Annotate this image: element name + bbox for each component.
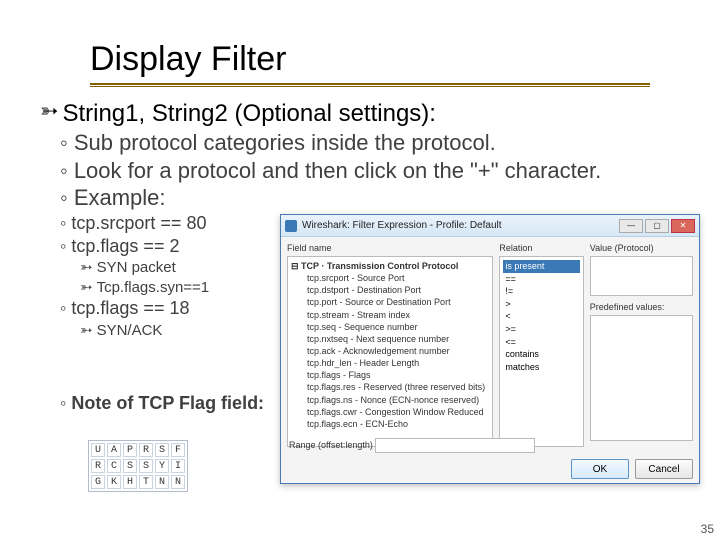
field-row[interactable]: tcp.flags.ns - Nonce (ECN-nonce reserved…	[291, 394, 489, 406]
field-name-list[interactable]: ⊟ TCP · Transmission Control Protocol tc…	[287, 256, 493, 447]
example-text: tcp.flags == 2	[71, 236, 179, 256]
sub-text: Look for a protocol and then click on th…	[74, 158, 601, 183]
field-row[interactable]: tcp.flags.cwr - Congestion Window Reduce…	[291, 406, 489, 418]
wireshark-icon	[285, 220, 297, 232]
dialog-titlebar[interactable]: Wireshark: Filter Expression - Profile: …	[281, 215, 699, 237]
close-button[interactable]: ✕	[671, 219, 695, 233]
tcp-tree-header[interactable]: ⊟ TCP · Transmission Control Protocol	[291, 260, 489, 272]
field-row[interactable]: tcp.srcport - Source Port	[291, 272, 489, 284]
note-text: Note of TCP Flag field:	[71, 393, 264, 413]
swirl-icon: ➳	[40, 99, 58, 123]
title-underline	[90, 83, 650, 87]
dialog-title: Wireshark: Filter Expression - Profile: …	[302, 220, 502, 231]
predefined-label: Predefined values:	[590, 302, 693, 312]
example-text: tcp.srcport == 80	[71, 213, 206, 233]
relation-item[interactable]: >	[503, 298, 579, 311]
field-row[interactable]: tcp.seq - Sequence number	[291, 321, 489, 333]
page-number: 35	[701, 522, 714, 536]
sub-bullet: ◦Look for a protocol and then click on t…	[60, 157, 690, 185]
detail-text: Tcp.flags.syn==1	[97, 279, 210, 296]
example-text: tcp.flags == 18	[71, 298, 189, 318]
sub-text: Example:	[74, 185, 166, 210]
maximize-button[interactable]: ▢	[645, 219, 669, 233]
cancel-button[interactable]: Cancel	[635, 459, 693, 479]
relation-item[interactable]: >=	[503, 323, 579, 336]
value-label: Value (Protocol)	[590, 243, 693, 253]
range-label: Range (offset:length)	[289, 440, 373, 450]
field-row[interactable]: tcp.dstport - Destination Port	[291, 284, 489, 296]
field-row[interactable]: tcp.hdr_len - Header Length	[291, 357, 489, 369]
field-row[interactable]: tcp.stream - Stream index	[291, 309, 489, 321]
relation-label: Relation	[499, 243, 583, 253]
relation-item[interactable]: is present	[503, 260, 579, 273]
sub-bullet: ◦Example:	[60, 184, 690, 212]
relation-list[interactable]: is present == != > < >= <= contains matc…	[499, 256, 583, 447]
relation-item[interactable]: matches	[503, 361, 579, 374]
field-row[interactable]: tcp.flags.res - Reserved (three reserved…	[291, 381, 489, 393]
relation-item[interactable]: contains	[503, 348, 579, 361]
field-row[interactable]: tcp.flags.ecn - ECN-Echo	[291, 418, 489, 430]
slide-title: Display Filter	[90, 40, 690, 79]
filter-expression-dialog: Wireshark: Filter Expression - Profile: …	[280, 214, 700, 484]
minimize-button[interactable]: —	[619, 219, 643, 233]
sub-text: Sub protocol categories inside the proto…	[74, 130, 496, 155]
field-name-label: Field name	[287, 243, 493, 253]
detail-text: SYN packet	[97, 259, 176, 276]
tcp-flag-grid: UAPRSF RCSSYI GKHTNN	[88, 440, 188, 492]
sub-bullet: ◦Sub protocol categories inside the prot…	[60, 129, 690, 157]
predefined-list[interactable]	[590, 315, 693, 441]
detail-text: SYN/ACK	[97, 322, 163, 339]
relation-item[interactable]: !=	[503, 285, 579, 298]
relation-item[interactable]: ==	[503, 273, 579, 286]
field-row[interactable]: tcp.ack - Acknowledgement number	[291, 345, 489, 357]
field-row[interactable]: tcp.flags - Flags	[291, 369, 489, 381]
ok-button[interactable]: OK	[571, 459, 629, 479]
field-row[interactable]: tcp.nxtseq - Next sequence number	[291, 333, 489, 345]
relation-item[interactable]: <	[503, 310, 579, 323]
value-input[interactable]	[590, 256, 693, 296]
field-row[interactable]: tcp.port - Source or Destination Port	[291, 296, 489, 308]
main-bullet: String1, String2 (Optional settings):	[62, 99, 436, 129]
relation-item[interactable]: <=	[503, 336, 579, 349]
range-input[interactable]	[375, 438, 535, 453]
